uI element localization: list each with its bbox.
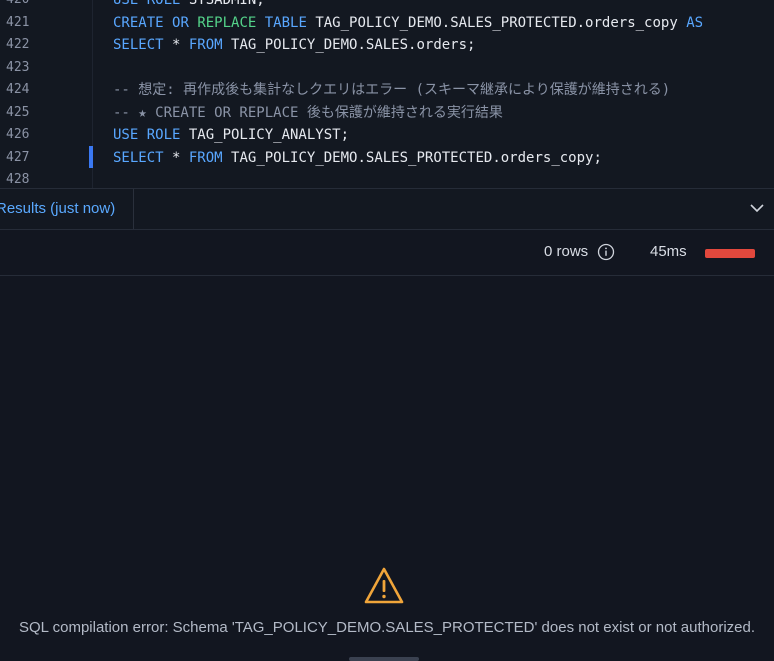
line-number: 425 (6, 104, 30, 120)
sql-keyword: CREATE (113, 14, 173, 31)
sql-keyword: SELECT (113, 37, 173, 53)
line-number: 420 (6, 0, 36, 11)
code-text[interactable]: SELECT * FROM TAG_POLICY_DEMO.SALES_PROT… (113, 147, 602, 169)
chevron-down-icon[interactable] (748, 199, 766, 217)
code-text[interactable]: SELECT * FROM TAG_POLICY_DEMO.SALES.orde… (113, 34, 475, 56)
warning-icon (364, 567, 404, 604)
code-text[interactable]: USE ROLE SYSADMIN; (113, 0, 265, 11)
sql-keyword: FROM (188, 149, 232, 166)
row-count: 0 rows (544, 243, 589, 260)
results-stats: 0 rows 45ms (0, 230, 774, 276)
sql-keyword: OR (172, 14, 198, 31)
sql-editor[interactable]: 420 USE ROLE SYSADMIN; 421 CREATE OR REPLAC… (0, 0, 774, 188)
sql-keyword: SELECT (113, 149, 173, 166)
tab-results[interactable]: Results (just now) (0, 189, 134, 229)
code-text[interactable]: CREATE OR REPLACE TABLE TAG_POLICY_DEMO.… (113, 12, 703, 34)
code-text[interactable]: -- ★ CREATE OR REPLACE 後も保護が維持される実行結果 (113, 102, 503, 124)
code-line[interactable]: 423 (0, 57, 774, 79)
sql-identifier: * (172, 149, 189, 166)
sql-keyword: FROM (188, 37, 232, 53)
line-number: 423 (6, 59, 30, 75)
code-line[interactable]: 420 USE ROLE SYSADMIN; (0, 0, 774, 11)
code-line[interactable]: 422 SELECT * FROM TAG_POLICY_DEMO.SALES.o… (0, 34, 774, 56)
code-line[interactable]: 425 -- ★ CREATE OR REPLACE 後も保護が維持される実行結果 (0, 102, 774, 124)
code-line[interactable]: 424 -- 想定: 再作成後も集計なしクエリはエラー (スキーマ継承により保護が… (0, 79, 774, 101)
line-number: 421 (6, 14, 30, 30)
error-message: SQL compilation error: Schema 'TAG_POLIC… (18, 619, 756, 636)
code-line[interactable]: 428 (0, 169, 774, 188)
sql-identifier: TAG_POLICY_DEMO.SALES_PROTECTED.orders_c… (231, 149, 602, 166)
code-line[interactable]: 421 CREATE OR REPLACE TABLE TAG_POLICY_DE… (0, 12, 774, 34)
sql-identifier: TAG_POLICY_DEMO.SALES.orders; (231, 37, 476, 53)
code-line[interactable]: 426 USE ROLE TAG_POLICY_ANALYST; (0, 124, 774, 146)
sql-keyword: REPLACE (197, 14, 265, 31)
sql-keyword: TABLE (264, 14, 316, 31)
code-text[interactable]: USE ROLE TAG_POLICY_ANALYST; (113, 124, 349, 146)
info-icon[interactable] (597, 243, 615, 261)
results-tab-label: Results (just now) (0, 200, 116, 217)
line-number: 428 (6, 172, 30, 187)
code-text[interactable]: -- 想定: 再作成後も集計なしクエリはエラー (スキーマ継承により保護が維持さ… (113, 79, 670, 101)
sql-keyword: USE ROLE (113, 127, 189, 143)
sql-keyword: AS (686, 14, 704, 31)
sql-keyword: USE ROLE (113, 0, 189, 8)
panel-resize-handle[interactable] (349, 657, 419, 661)
line-number: 422 (6, 37, 30, 52)
code-line[interactable]: 427 SELECT * FROM TAG_POLICY_DEMO.SALES_P… (0, 147, 774, 169)
query-duration: 45ms (650, 243, 687, 260)
results-toolbar: Results (just now) (0, 188, 774, 230)
sql-identifier: TAG_POLICY_DEMO.SALES_PROTECTED.orders_c… (315, 14, 687, 31)
sql-comment: -- 想定: 再作成後も集計なしクエリはエラー (スキーマ継承により保護が維持さ… (113, 82, 671, 98)
line-number: 426 (6, 127, 30, 142)
sql-identifier: SYSADMIN; (188, 0, 265, 8)
line-number: 427 (6, 149, 30, 165)
sql-identifier: * (172, 37, 189, 53)
sql-comment: -- ★ CREATE OR REPLACE 後も保護が維持される実行結果 (113, 104, 503, 121)
duration-bar (705, 249, 755, 258)
sql-identifier: TAG_POLICY_ANALYST; (188, 127, 350, 143)
line-number: 424 (6, 82, 30, 97)
